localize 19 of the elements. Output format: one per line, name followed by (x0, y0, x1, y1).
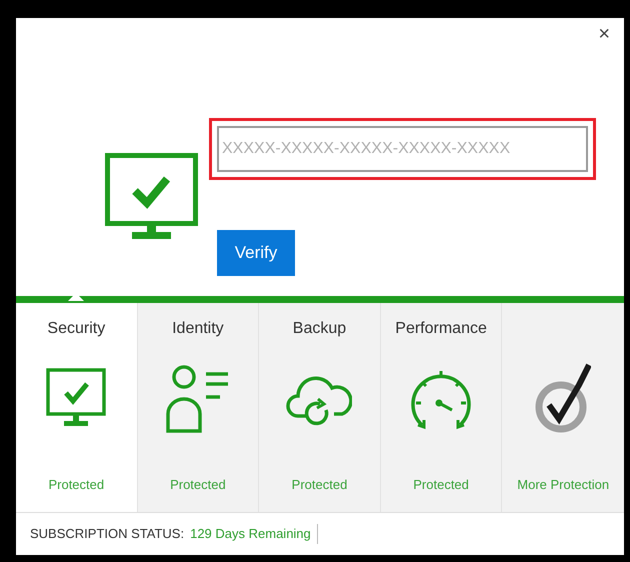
tile-title: Identity (172, 319, 224, 339)
person-list-icon (166, 364, 230, 434)
close-button[interactable]: × (598, 24, 610, 42)
tile-title: Performance (395, 319, 487, 339)
tile-status: Protected (170, 476, 226, 494)
category-tile[interactable]: Backup Protected (259, 303, 381, 512)
verify-button[interactable]: Verify (217, 230, 295, 276)
category-tile[interactable]: Performance Protected (380, 303, 502, 512)
subscription-status: 129 Days Remaining (190, 525, 311, 544)
tile-status: Protected (48, 476, 104, 494)
tile-status: More Protection (517, 476, 610, 494)
product-key-field[interactable]: XXXXX-XXXXX-XXXXX-XXXXX-XXXXX (217, 126, 588, 172)
category-tile[interactable]: Identity Protected (138, 303, 260, 512)
tile-title: Security (47, 319, 106, 339)
tile-status: Protected (292, 476, 348, 494)
tile-status: Protected (413, 476, 469, 494)
status-label: SUBSCRIPTION STATUS: (30, 525, 184, 544)
tile-title: Backup (292, 319, 346, 339)
monitor-check-icon (105, 153, 198, 240)
